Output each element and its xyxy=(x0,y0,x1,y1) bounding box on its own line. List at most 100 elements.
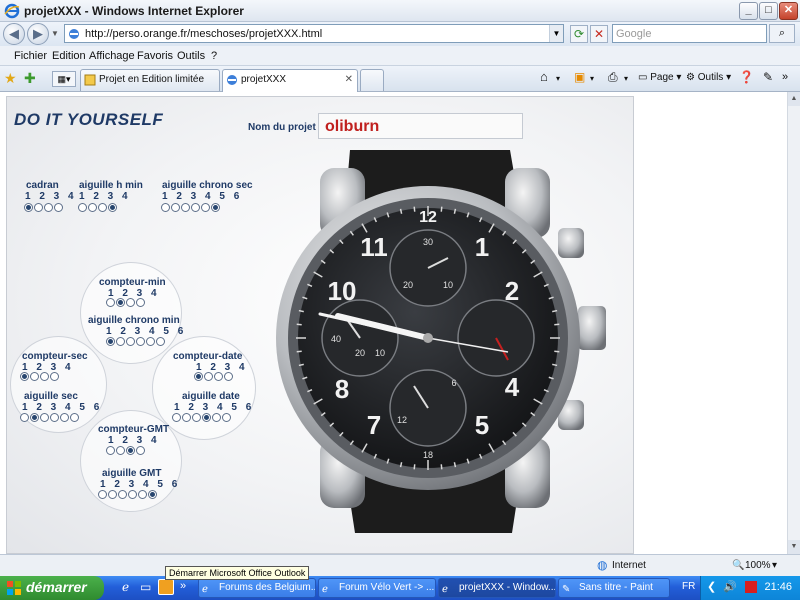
radio-option-2[interactable] xyxy=(116,446,125,455)
radio-option-6[interactable] xyxy=(211,203,220,212)
radio-option-3[interactable] xyxy=(40,372,49,381)
radio-option-6[interactable] xyxy=(70,413,79,422)
radio-option-1[interactable] xyxy=(161,203,170,212)
radio-option-2[interactable] xyxy=(182,413,191,422)
close-button[interactable]: ✕ xyxy=(779,2,798,20)
taskbar-item-paint[interactable]: ✎ Sans titre - Paint xyxy=(558,578,670,598)
radio-option-2[interactable] xyxy=(30,413,39,422)
home-dropdown-icon[interactable]: ▾ xyxy=(556,74,560,83)
radio-option-2[interactable] xyxy=(116,298,125,307)
radio-option-3[interactable] xyxy=(126,337,135,346)
radio-option-1[interactable] xyxy=(20,413,29,422)
taskbar-item-projetxxx[interactable]: ℯ projetXXX - Window... xyxy=(438,578,556,598)
radio-option-1[interactable] xyxy=(172,413,181,422)
ie-quicklaunch-icon[interactable]: ℯ xyxy=(122,580,129,594)
radio-option-4[interactable] xyxy=(202,413,211,422)
aiguille-date-radio-group[interactable] xyxy=(172,413,231,422)
cadran-radio-group[interactable] xyxy=(24,203,63,212)
radio-option-2[interactable] xyxy=(108,490,117,499)
aiguille-chrono-sec-radio-group[interactable] xyxy=(161,203,220,212)
minimize-button[interactable]: _ xyxy=(739,2,758,20)
radio-option-1[interactable] xyxy=(20,372,29,381)
radio-option-5[interactable] xyxy=(212,413,221,422)
menu-affichage[interactable]: Affichage xyxy=(89,50,135,62)
radio-option-3[interactable] xyxy=(44,203,53,212)
radio-option-4[interactable] xyxy=(108,203,117,212)
address-field[interactable]: http://perso.orange.fr/meschoses/projetX… xyxy=(64,24,564,43)
menu-help[interactable]: ? xyxy=(211,50,217,62)
compteur-min-radio-group[interactable] xyxy=(106,298,145,307)
menu-outils[interactable]: Outils xyxy=(177,50,205,62)
security-icon[interactable] xyxy=(745,581,757,593)
radio-option-3[interactable] xyxy=(40,413,49,422)
radio-option-4[interactable] xyxy=(128,490,137,499)
radio-option-1[interactable] xyxy=(194,372,203,381)
tools-menu[interactable]: ⚙ Outils ▾ xyxy=(686,72,731,83)
radio-option-5[interactable] xyxy=(60,413,69,422)
taskbar-item-forums-belgium[interactable]: ℯ Forums des Belgium... xyxy=(198,578,316,598)
address-dropdown-icon[interactable]: ▼ xyxy=(549,25,563,42)
language-indicator[interactable]: FR xyxy=(682,581,695,592)
radio-option-6[interactable] xyxy=(222,413,231,422)
radio-option-1[interactable] xyxy=(106,337,115,346)
radio-option-4[interactable] xyxy=(136,337,145,346)
radio-option-6[interactable] xyxy=(148,490,157,499)
page-menu[interactable]: ▭ Page ▾ xyxy=(638,72,681,83)
menu-fichier[interactable]: Fichier xyxy=(14,50,47,62)
radio-option-2[interactable] xyxy=(30,372,39,381)
radio-option-1[interactable] xyxy=(78,203,87,212)
scroll-up-icon[interactable]: ▲ xyxy=(788,92,800,106)
outlook-quicklaunch-icon[interactable] xyxy=(158,579,174,595)
rss-feed-icon[interactable]: ▣ xyxy=(574,70,585,84)
radio-option-3[interactable] xyxy=(181,203,190,212)
compteur-date-radio-group[interactable] xyxy=(194,372,233,381)
radio-option-5[interactable] xyxy=(138,490,147,499)
print-dropdown-icon[interactable]: ▾ xyxy=(624,74,628,83)
radio-option-1[interactable] xyxy=(106,446,115,455)
radio-option-3[interactable] xyxy=(126,298,135,307)
radio-option-4[interactable] xyxy=(136,298,145,307)
radio-option-3[interactable] xyxy=(192,413,201,422)
radio-option-6[interactable] xyxy=(156,337,165,346)
project-name-field[interactable]: oliburn xyxy=(318,113,523,139)
history-dropdown-icon[interactable]: ▼ xyxy=(51,29,59,38)
radio-option-4[interactable] xyxy=(224,372,233,381)
radio-option-1[interactable] xyxy=(24,203,33,212)
radio-option-2[interactable] xyxy=(204,372,213,381)
forward-button[interactable]: ▶ xyxy=(27,23,49,45)
radio-option-3[interactable] xyxy=(118,490,127,499)
chevron-right-icon[interactable]: » xyxy=(782,71,788,83)
aiguille-chrono-min-radio-group[interactable] xyxy=(106,337,165,346)
search-input[interactable]: Google xyxy=(612,24,767,43)
radio-option-3[interactable] xyxy=(98,203,107,212)
radio-option-4[interactable] xyxy=(191,203,200,212)
radio-option-1[interactable] xyxy=(98,490,107,499)
refresh-icon[interactable]: ⟳ xyxy=(570,25,588,43)
search-icon[interactable]: ⌕ xyxy=(769,24,795,43)
aiguille-h-min-radio-group[interactable] xyxy=(78,203,117,212)
back-button[interactable]: ◀ xyxy=(3,23,25,45)
aiguille-sec-radio-group[interactable] xyxy=(20,413,79,422)
menu-favoris[interactable]: Favoris xyxy=(137,50,173,62)
compteur-gmt-radio-group[interactable] xyxy=(106,446,145,455)
taskbar-item-forum-velo-vert[interactable]: ℯ Forum Vélo Vert -> ... xyxy=(318,578,436,598)
vertical-scrollbar[interactable]: ▲ ▼ xyxy=(787,92,800,554)
tab-projet-edition[interactable]: Projet en Edition limitée xyxy=(80,69,220,91)
quick-tabs-icon[interactable]: ▦▾ xyxy=(52,71,76,87)
tab-projetxxx[interactable]: projetXXX ✕ xyxy=(222,69,358,92)
new-tab-button[interactable] xyxy=(360,69,384,91)
radio-option-2[interactable] xyxy=(116,337,125,346)
favorites-star-icon[interactable]: ★ xyxy=(4,70,17,87)
radio-option-1[interactable] xyxy=(106,298,115,307)
tray-chevron-icon[interactable]: ❮ xyxy=(707,580,716,593)
add-favorite-icon[interactable]: ✚ xyxy=(24,70,36,87)
research-icon[interactable]: ✎ xyxy=(763,70,773,84)
maximize-button[interactable]: □ xyxy=(759,2,778,20)
menu-edition[interactable]: Edition xyxy=(52,50,86,62)
radio-option-2[interactable] xyxy=(88,203,97,212)
print-icon[interactable]: ⎙ xyxy=(608,70,618,85)
zoom-dropdown-icon[interactable]: ▾ xyxy=(772,560,777,571)
home-icon[interactable]: ⌂ xyxy=(540,69,548,84)
radio-option-2[interactable] xyxy=(171,203,180,212)
rss-dropdown-icon[interactable]: ▾ xyxy=(590,74,594,83)
